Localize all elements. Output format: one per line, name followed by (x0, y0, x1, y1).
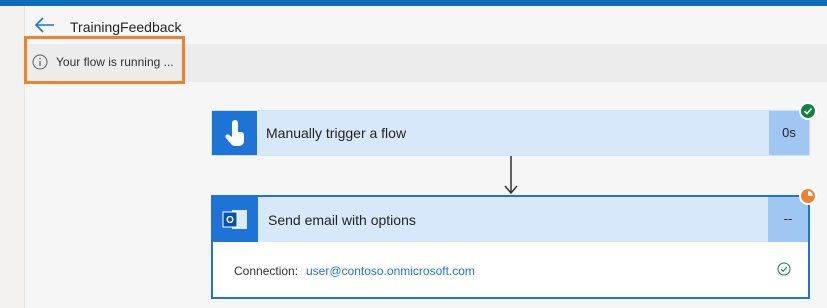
step-send-email[interactable]: O Send email with options -- Connection:… (211, 195, 810, 299)
back-arrow-icon[interactable] (34, 16, 56, 34)
running-clock-icon (799, 187, 817, 205)
connection-label: Connection: (234, 264, 299, 278)
outlook-icon: O (213, 197, 258, 242)
step-manual-trigger[interactable]: Manually trigger a flow 0s (211, 110, 810, 156)
connection-value: user@contoso.onmicrosoft.com (306, 264, 475, 278)
connection-check-icon (777, 262, 791, 276)
touch-hand-icon (212, 111, 257, 155)
flow-arrow-icon (502, 156, 520, 196)
step-label: Manually trigger a flow (266, 125, 407, 141)
step-duration: -- (768, 197, 808, 242)
step-label: Send email with options (268, 212, 416, 228)
page-title: TrainingFeedback (70, 19, 182, 35)
step-header[interactable]: O Send email with options -- (213, 197, 808, 242)
left-pane (0, 6, 25, 308)
notice-highlight-box (24, 36, 185, 84)
success-check-icon (799, 102, 817, 120)
svg-text:O: O (226, 215, 234, 226)
